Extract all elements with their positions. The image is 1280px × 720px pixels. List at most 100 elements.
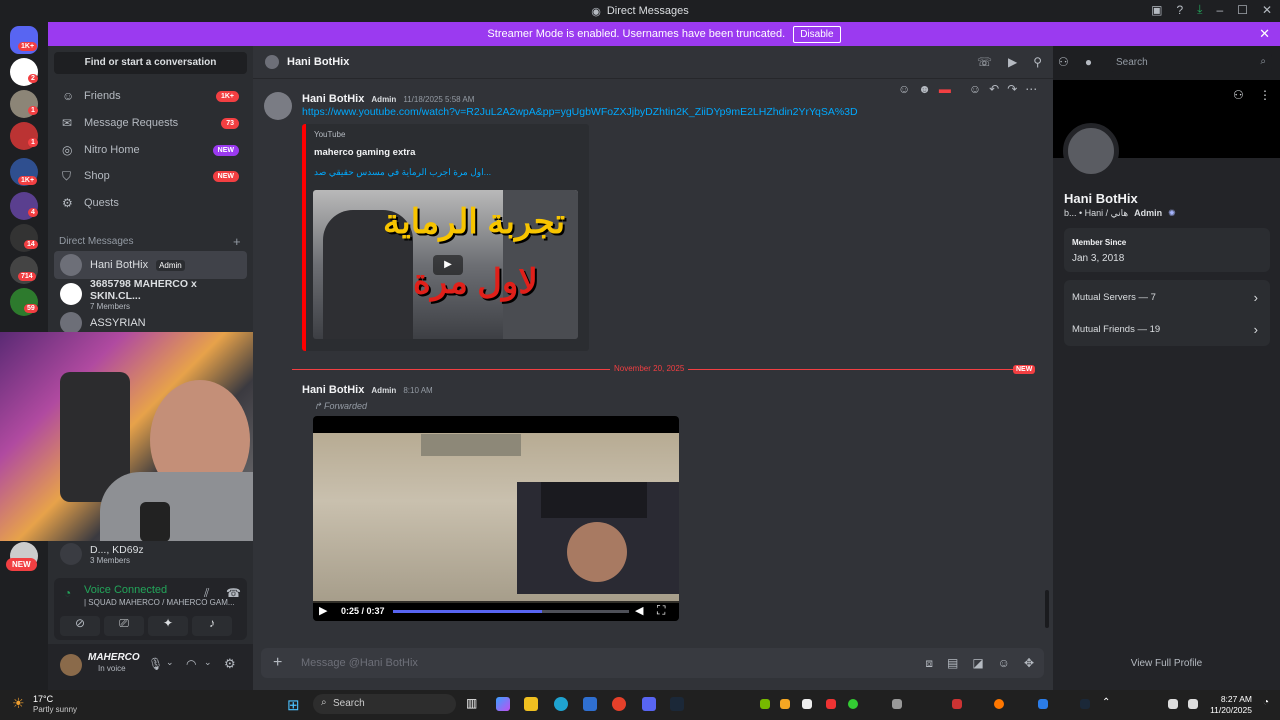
disable-streamer-button[interactable]: Disable <box>793 25 841 43</box>
add-reaction-icon[interactable]: ☺ <box>969 82 981 96</box>
tray-app-icon[interactable] <box>826 699 836 709</box>
dm-item-hani[interactable]: Hani BotHix Admin <box>54 251 247 279</box>
weather-temp[interactable]: 17°C <box>33 694 53 704</box>
user-profile-icon[interactable]: ● <box>1085 55 1092 69</box>
member-since-card: Member Since Jan 3, 2018 <box>1064 228 1270 272</box>
dm-item-kd69z[interactable]: D..., KD69z 3 Members <box>54 540 247 568</box>
minimize-button[interactable]: – <box>1216 3 1223 17</box>
headphones-icon[interactable]: ◠ <box>186 657 196 671</box>
steam-icon[interactable] <box>670 697 684 711</box>
disconnect-icon[interactable]: ☎ <box>226 586 241 600</box>
soundboard-button[interactable]: ♪ <box>192 616 232 636</box>
tray-app-icon[interactable] <box>994 699 1004 709</box>
gift-icon[interactable]: ⧈ <box>925 656 933 671</box>
microphone-icon[interactable]: 🎙︎ <box>148 657 163 671</box>
activities-button[interactable]: ✦ <box>148 616 188 636</box>
find-conversation-input[interactable]: Find or start a conversation <box>54 52 247 74</box>
inbox-icon[interactable]: ▣ <box>1151 3 1162 17</box>
profile-avatar[interactable] <box>1063 123 1119 179</box>
add-friends-icon[interactable]: ⚇ <box>1058 55 1069 69</box>
voice-channel[interactable]: | SQUAD MAHERCO / MAHERCO GAM... <box>84 598 234 607</box>
notification-icon[interactable]: ◔ <box>1263 697 1269 708</box>
windows-start-icon[interactable]: ⊞ <box>287 696 300 714</box>
forward-icon[interactable]: ↷ <box>1007 82 1017 96</box>
volume-tray-icon[interactable] <box>1188 699 1198 709</box>
avatar[interactable] <box>60 654 82 676</box>
nav-nitro-home[interactable]: ◎ Nitro Home NEW <box>54 138 247 162</box>
chevron-down-icon[interactable]: ⌄ <box>166 657 174 668</box>
add-dm-icon[interactable]: + <box>233 234 241 249</box>
copilot-icon[interactable] <box>496 697 510 711</box>
camera-off-button[interactable]: ⊘ <box>60 616 100 636</box>
tray-app-icon[interactable] <box>780 699 790 709</box>
add-attachment-icon[interactable]: + <box>273 654 282 672</box>
more-options-icon[interactable]: ⋯ <box>1025 82 1037 96</box>
maximize-button[interactable]: ☐ <box>1237 3 1248 17</box>
bluetooth-icon[interactable] <box>1038 699 1048 709</box>
search-input[interactable]: Search ⌕ <box>1110 53 1272 72</box>
message-author[interactable]: Hani BotHix <box>302 93 364 105</box>
screen-share-button[interactable]: ⎚ <box>104 616 144 636</box>
embed-title[interactable]: maherco gaming extra <box>314 147 415 158</box>
noise-suppression-icon[interactable]: ⫽ <box>204 586 209 601</box>
mutual-servers-row[interactable]: Mutual Servers — 7 › <box>1072 290 1262 305</box>
mutual-friends-row[interactable]: Mutual Friends — 19 › <box>1072 322 1262 337</box>
close-window-button[interactable]: ✕ <box>1262 3 1272 17</box>
youtube-thumbnail[interactable]: تجربة الرماية لاول مرة ▶ <box>313 190 578 339</box>
play-icon[interactable]: ▶ <box>433 255 463 275</box>
download-icon[interactable]: ⤓ <box>1197 2 1202 17</box>
close-banner-icon[interactable]: ✕ <box>1259 26 1270 42</box>
video-player[interactable]: ▶ 0:25 / 0:37 ◀ ⛶ <box>313 416 679 621</box>
store-icon[interactable] <box>583 697 597 711</box>
avatar[interactable] <box>264 92 292 120</box>
chat-scrollbar[interactable] <box>1045 590 1049 628</box>
help-icon[interactable]: ? <box>1176 3 1183 17</box>
reaction-emoji-icon[interactable]: ☻ <box>918 82 931 96</box>
nav-quests[interactable]: ⚙ Quests <box>54 191 247 215</box>
pin-icon[interactable]: ⚲ <box>1033 55 1042 69</box>
edge-icon[interactable] <box>554 697 568 711</box>
reply-icon[interactable]: ↶ <box>989 82 999 96</box>
file-explorer-icon[interactable] <box>524 697 538 711</box>
settings-gear-icon[interactable]: ⚙ <box>224 656 236 672</box>
chevron-down-icon[interactable]: ⌄ <box>204 657 212 668</box>
volume-icon[interactable]: ◀ <box>635 604 643 617</box>
add-friend-icon[interactable]: ⚇ <box>1233 88 1244 102</box>
voice-panel: Voice Connected ◔ | SQUAD MAHERCO / MAHE… <box>54 578 247 640</box>
tray-app-icon[interactable] <box>952 699 962 709</box>
sticker-icon[interactable]: ◪ <box>972 656 983 671</box>
network-icon[interactable] <box>1168 699 1178 709</box>
super-reaction-icon[interactable]: ▬ <box>939 82 951 96</box>
discord-taskbar-icon[interactable] <box>642 697 656 711</box>
nvidia-icon[interactable] <box>760 699 770 709</box>
tray-app-icon[interactable] <box>892 699 902 709</box>
clock-time[interactable]: 8:27 AM <box>1210 694 1252 704</box>
task-view-icon[interactable]: ▥ <box>466 696 477 710</box>
tray-chevron-icon[interactable]: ⌃ <box>1102 697 1110 708</box>
steam-tray-icon[interactable] <box>1080 699 1090 709</box>
webcam-overlay <box>0 332 292 541</box>
nav-friends[interactable]: ☺ Friends 1K+ <box>54 84 247 108</box>
apps-icon[interactable]: ✥ <box>1024 656 1034 671</box>
voice-call-icon[interactable]: ☏ <box>977 55 992 69</box>
dm-item-group[interactable]: 3685798 MAHERCO x SKIN.CL... 7 Members <box>54 278 247 311</box>
video-progress-track[interactable] <box>393 610 629 613</box>
server-badge: 1 <box>28 138 38 147</box>
tray-app-icon[interactable] <box>848 699 858 709</box>
view-full-profile-link[interactable]: View Full Profile <box>1053 658 1280 669</box>
video-call-icon[interactable]: ▶ <box>1008 55 1017 69</box>
gif-icon[interactable]: ▤ <box>947 656 958 671</box>
youtube-link[interactable]: https://www.youtube.com/watch?v=R2JuL2A2… <box>302 106 858 118</box>
more-options-icon[interactable]: ⋮ <box>1259 88 1271 102</box>
taskbar-search[interactable]: ⌕ Search <box>313 694 456 714</box>
reaction-emoji-icon[interactable]: ☺ <box>898 82 910 96</box>
play-icon[interactable]: ▶ <box>319 604 327 617</box>
nav-message-requests[interactable]: ✉ Message Requests 73 <box>54 111 247 135</box>
message-input[interactable]: + Message @Hani BotHix ⧈ ▤ ◪ ☺ ✥ <box>261 648 1044 678</box>
fullscreen-icon[interactable]: ⛶ <box>657 603 665 618</box>
tray-app-icon[interactable] <box>802 699 812 709</box>
message-author[interactable]: Hani BotHix <box>302 384 364 396</box>
chrome-icon[interactable] <box>612 697 626 711</box>
emoji-icon[interactable]: ☺ <box>998 656 1010 671</box>
nav-shop[interactable]: ⛉ Shop NEW <box>54 164 247 188</box>
